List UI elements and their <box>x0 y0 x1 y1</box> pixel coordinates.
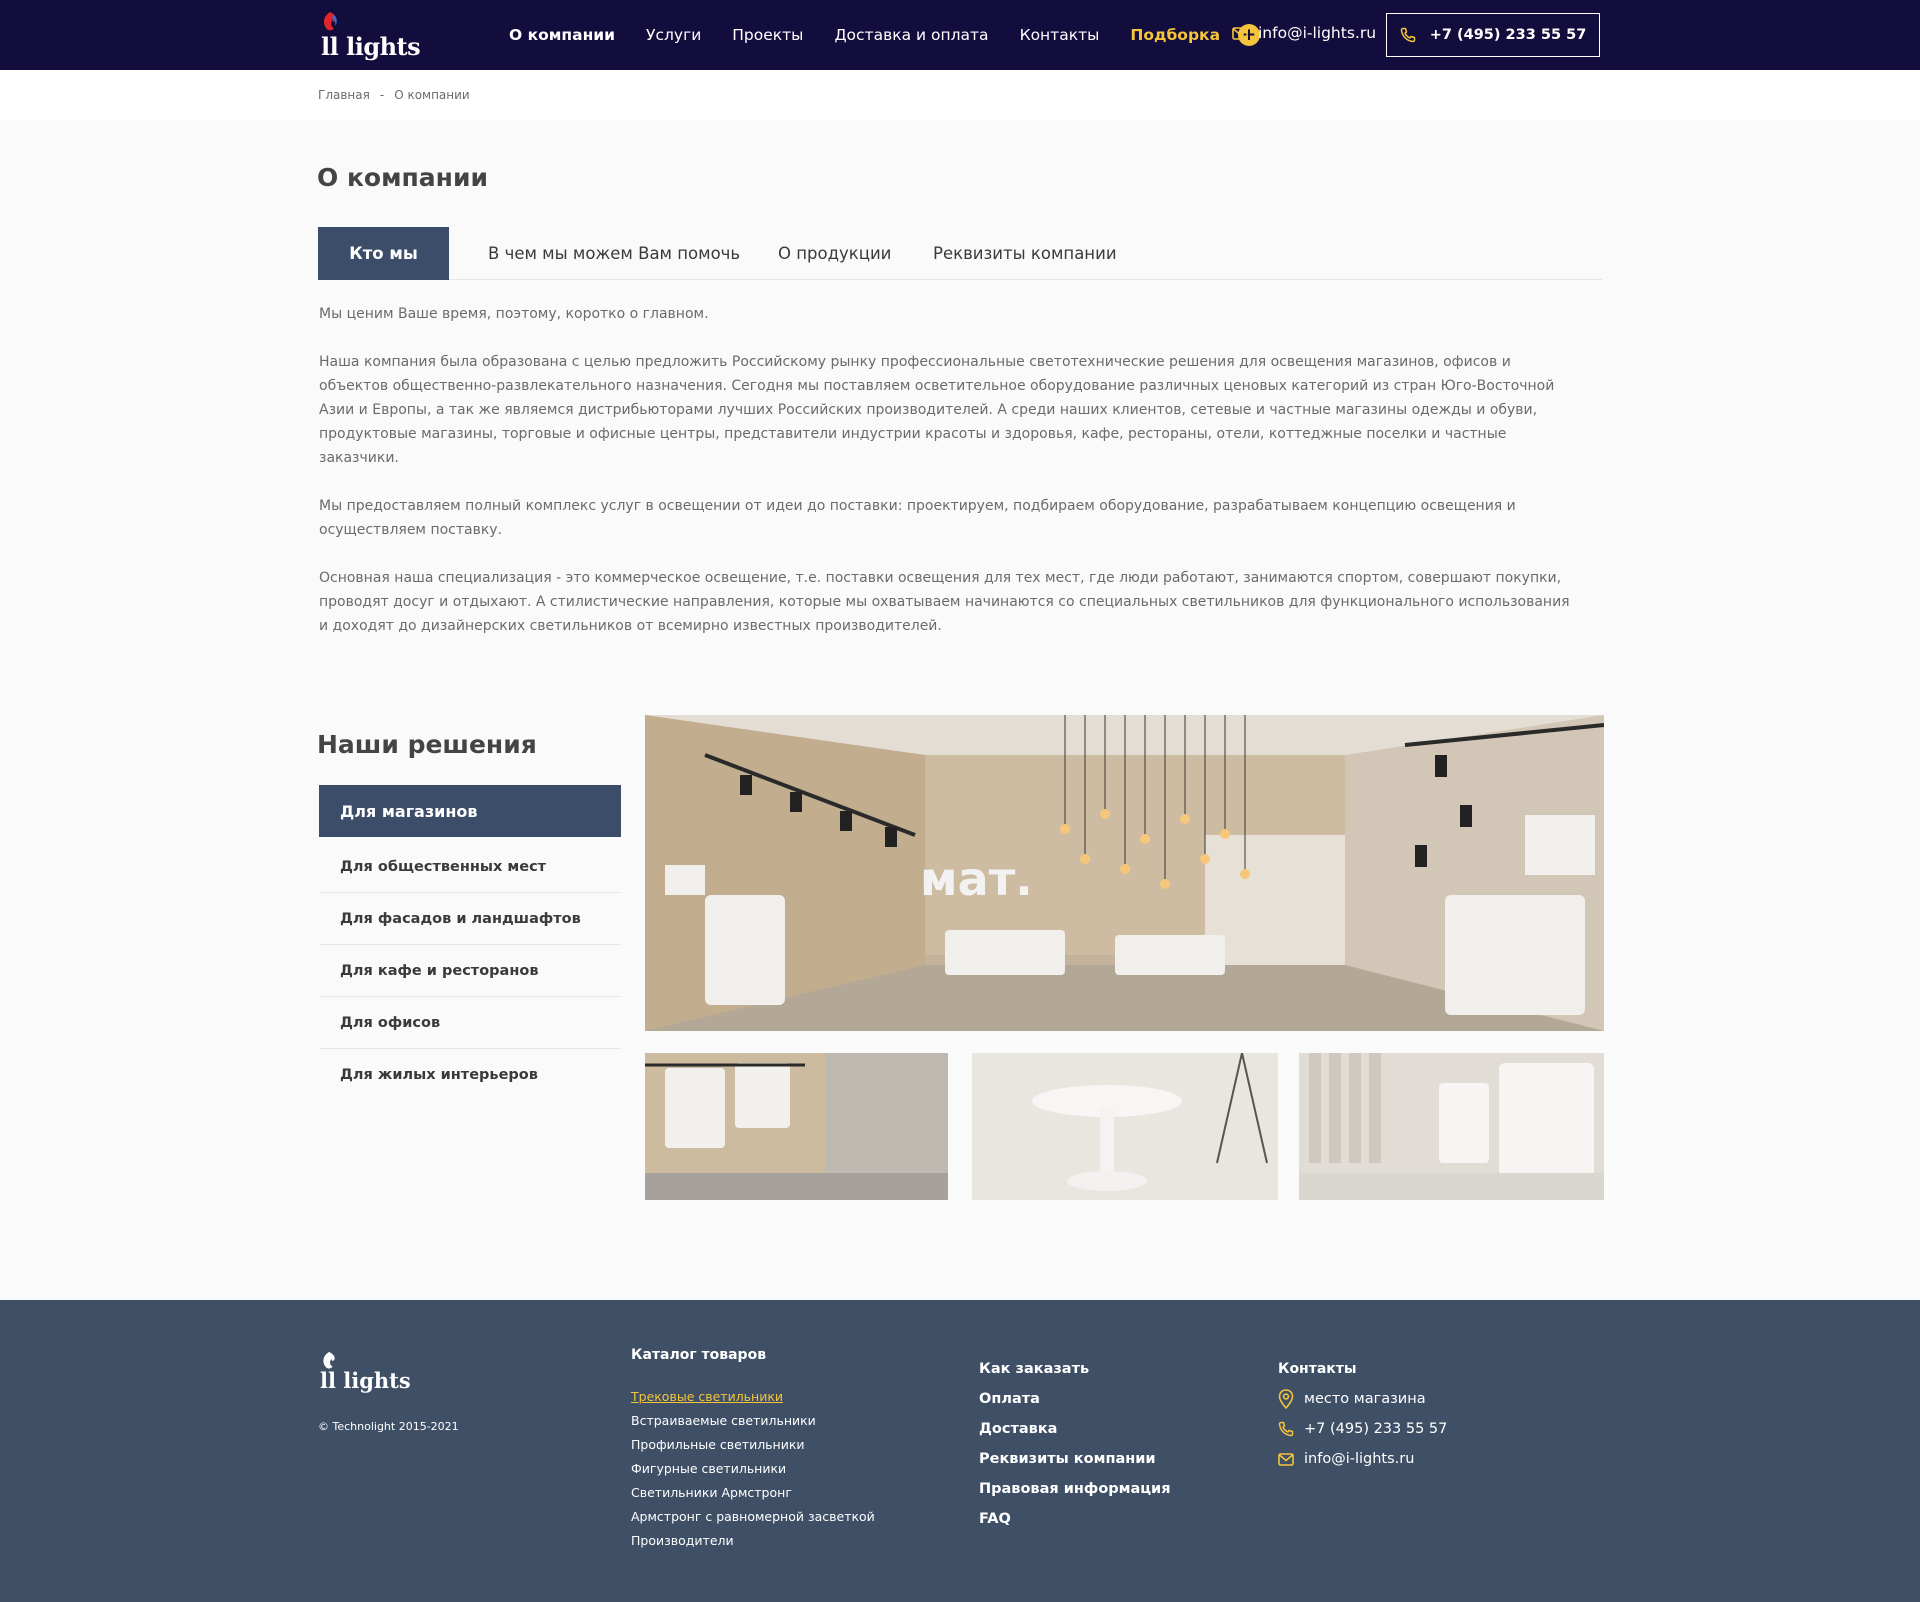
footer-catalog-title: Каталог товаров <box>631 1347 767 1363</box>
header-phone-text: +7 (495) 233 55 57 <box>1429 27 1587 43</box>
header-phone-button[interactable]: +7 (495) 233 55 57 <box>1386 13 1600 57</box>
breadcrumb-bar: Главная - О компании <box>0 70 1920 120</box>
breadcrumb-separator: - <box>379 88 385 102</box>
tab-company-details[interactable]: Реквизиты компании <box>933 227 1117 280</box>
nav-item-contacts[interactable]: Контакты <box>1020 26 1100 44</box>
shop-thumbnail-1[interactable] <box>645 1053 948 1200</box>
solution-item-offices[interactable]: Для офисов <box>319 997 621 1049</box>
store-sign-text: мат. <box>920 852 1033 906</box>
about-tabs: Кто мы В чем мы можем Вам помочь О проду… <box>318 227 1602 280</box>
shop-interior-illustration: мат. <box>645 715 1604 1031</box>
breadcrumb: Главная - О компании <box>318 88 470 102</box>
location-pin-icon <box>1278 1389 1294 1409</box>
solutions-title: Наши решения <box>317 730 537 759</box>
footer-logo-wordmark: ll lights <box>320 1368 411 1393</box>
site-header: ll lights О компании Услуги Проекты Дост… <box>0 0 1920 70</box>
logo-wordmark: ll lights <box>321 32 421 61</box>
footer-order-links: Как заказать Оплата Доставка Реквизиты к… <box>979 1354 1171 1534</box>
footer-link-profile-lights[interactable]: Профильные светильники <box>631 1433 875 1457</box>
nav-item-about[interactable]: О компании <box>509 26 615 44</box>
solution-item-residential[interactable]: Для жилых интерьеров <box>319 1049 621 1101</box>
footer-link-shaped-lights[interactable]: Фигурные светильники <box>631 1457 875 1481</box>
main-nav: О компании Услуги Проекты Доставка и опл… <box>509 0 1261 70</box>
header-email-text: info@i-lights.ru <box>1258 24 1377 42</box>
footer-contacts: место магазина +7 (495) 233 55 57 info@i… <box>1278 1384 1447 1474</box>
copyright-text: © Technolight 2015-2021 <box>318 1420 459 1433</box>
footer-link-manufacturers[interactable]: Производители <box>631 1529 875 1553</box>
footer-location[interactable]: место магазина <box>1278 1384 1447 1414</box>
about-paragraph: Наша компания была образована с целью пр… <box>319 354 1555 466</box>
tab-about-products[interactable]: О продукции <box>778 227 891 280</box>
phone-icon <box>1400 27 1415 43</box>
footer-phone-text: +7 (495) 233 55 57 <box>1304 1421 1448 1437</box>
site-logo[interactable]: ll lights <box>318 10 421 61</box>
shop-thumbnail-3[interactable] <box>1299 1053 1604 1200</box>
footer-contacts-title: Контакты <box>1278 1361 1357 1377</box>
footer-link-delivery[interactable]: Доставка <box>979 1414 1171 1444</box>
envelope-icon <box>1232 26 1248 40</box>
shop-interior-main-photo: мат. <box>645 715 1604 1031</box>
solution-item-cafes[interactable]: Для кафе и ресторанов <box>319 945 621 997</box>
footer-email[interactable]: info@i-lights.ru <box>1278 1444 1447 1474</box>
shop-thumbnail-illustration <box>1299 1053 1604 1200</box>
solutions-list: Для магазинов Для общественных мест Для … <box>319 785 621 1101</box>
nav-item-delivery[interactable]: Доставка и оплата <box>834 26 988 44</box>
solution-item-public-places[interactable]: Для общественных мест <box>319 841 621 893</box>
about-text: Мы ценим Ваше время, поэтому, коротко о … <box>319 302 1579 662</box>
footer-link-legal[interactable]: Правовая информация <box>979 1474 1171 1504</box>
footer-link-track-lights[interactable]: Трековые светильники <box>631 1385 875 1409</box>
footer-link-recessed-lights[interactable]: Встраиваемые светильники <box>631 1409 875 1433</box>
shop-thumbnail-illustration <box>645 1053 948 1200</box>
phone-icon <box>1278 1421 1294 1437</box>
flame-logo-icon <box>323 12 337 31</box>
about-paragraph: Мы предоставляем полный комплекс услуг в… <box>319 498 1516 538</box>
footer-link-armstrong[interactable]: Светильники Армстронг <box>631 1481 875 1505</box>
solution-item-facades[interactable]: Для фасадов и ландшафтов <box>319 893 621 945</box>
footer-link-faq[interactable]: FAQ <box>979 1504 1171 1534</box>
nav-item-projects[interactable]: Проекты <box>732 26 803 44</box>
about-paragraph: Мы ценим Ваше время, поэтому, коротко о … <box>319 306 709 322</box>
tab-how-we-help[interactable]: В чем мы можем Вам помочь <box>488 227 740 280</box>
nav-item-services[interactable]: Услуги <box>646 26 701 44</box>
solution-item-shops[interactable]: Для магазинов <box>319 785 621 837</box>
footer-link-payment[interactable]: Оплата <box>979 1384 1171 1414</box>
footer-link-armstrong-even[interactable]: Армстронг с равномерной засветкой <box>631 1505 875 1529</box>
footer-phone[interactable]: +7 (495) 233 55 57 <box>1278 1414 1447 1444</box>
about-paragraph: Основная наша специализация - это коммер… <box>319 570 1570 634</box>
footer-email-text: info@i-lights.ru <box>1304 1451 1415 1467</box>
footer-catalog-links: Трековые светильники Встраиваемые светил… <box>631 1385 875 1553</box>
nav-item-selection[interactable]: Подборка <box>1130 26 1220 44</box>
envelope-icon <box>1278 1452 1294 1466</box>
breadcrumb-home[interactable]: Главная <box>318 88 370 102</box>
page-title: О компании <box>317 163 488 192</box>
footer-logo[interactable]: ll lights <box>318 1350 411 1394</box>
tab-who-we-are[interactable]: Кто мы <box>318 227 449 280</box>
shop-thumbnail-2[interactable] <box>972 1053 1278 1200</box>
footer-location-text: место магазина <box>1304 1391 1426 1407</box>
shop-thumbnail-illustration <box>972 1053 1278 1200</box>
footer-link-company-details[interactable]: Реквизиты компании <box>979 1444 1171 1474</box>
footer-link-how-to-order[interactable]: Как заказать <box>979 1354 1171 1384</box>
header-email-link[interactable]: info@i-lights.ru <box>1232 24 1376 42</box>
breadcrumb-current: О компании <box>394 88 470 102</box>
site-footer: ll lights © Technolight 2015-2021 Катало… <box>0 1300 1920 1602</box>
